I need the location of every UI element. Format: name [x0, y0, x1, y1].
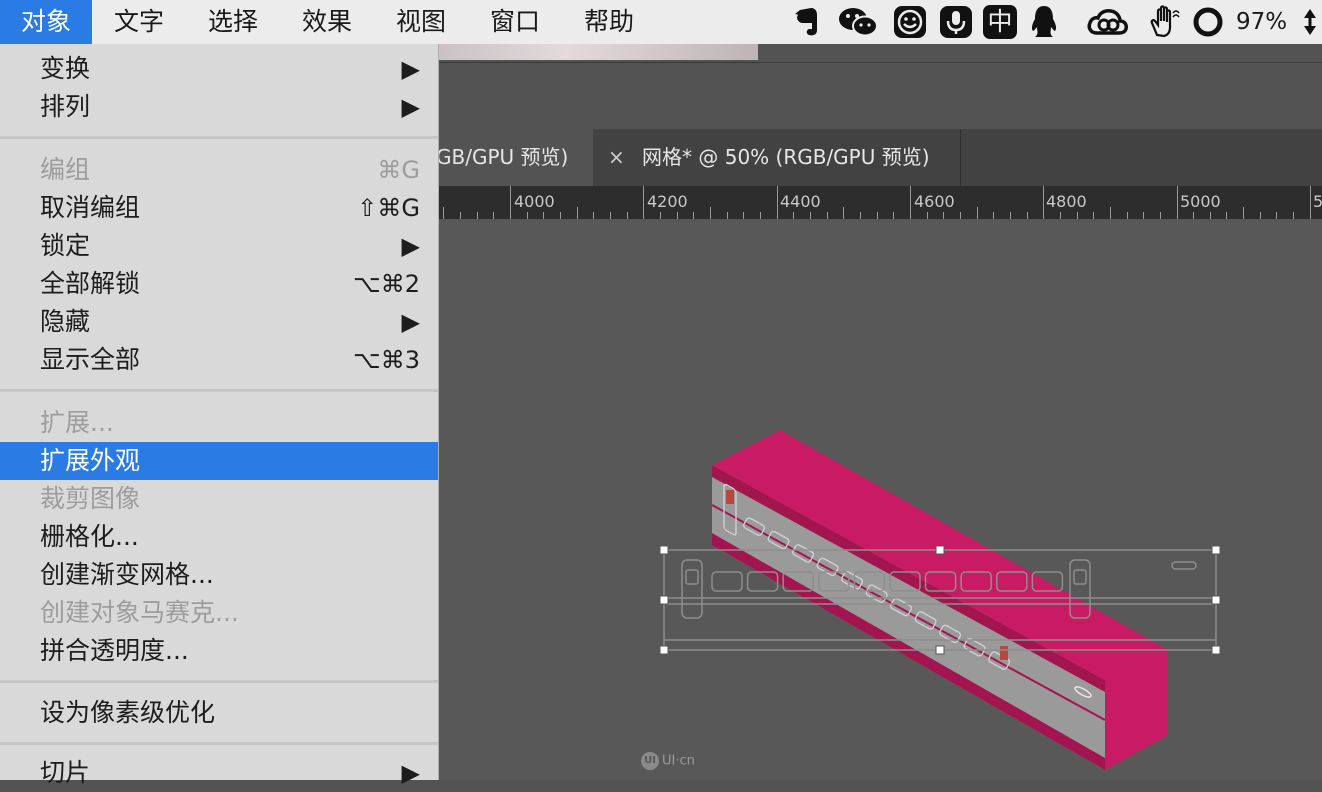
- menu-window[interactable]: 窗口: [468, 0, 562, 44]
- menu-item-label: 设为像素级优化: [40, 698, 216, 727]
- menu-separator: [0, 742, 438, 745]
- evernote-icon[interactable]: [788, 0, 824, 44]
- hand-icon[interactable]: [1144, 0, 1184, 44]
- menu-item-rasterize[interactable]: 栅格化...: [0, 518, 438, 556]
- menu-item-label: 显示全部: [40, 345, 141, 374]
- menu-separator: [0, 680, 438, 683]
- menu-item-slice[interactable]: 切片 ▶: [0, 754, 438, 792]
- menu-item-shortcut: ⌥⌘3: [353, 346, 420, 374]
- creative-cloud-icon[interactable]: [1082, 0, 1132, 44]
- submenu-arrow-icon: ▶: [401, 759, 420, 787]
- menu-item-expand: 扩展...: [0, 404, 438, 442]
- watermark-logo: UI: [641, 752, 659, 770]
- watermark-text: UI·cn: [662, 753, 695, 769]
- background-photo-strip: [438, 44, 758, 60]
- ruler-label: 4000: [514, 192, 555, 211]
- menu-item-shortcut: ⇧⌘G: [357, 194, 420, 222]
- wechat-icon[interactable]: [834, 0, 882, 44]
- watermark: UI UI·cn: [641, 752, 695, 770]
- tab-document-grid-label: 网格* @ 50% (RGB/GPU 预览): [642, 145, 930, 169]
- menu-item-label: 创建对象马赛克...: [40, 598, 239, 627]
- menu-item-create-object-mosaic: 创建对象马赛克...: [0, 594, 438, 632]
- menu-item-create-gradient-mesh[interactable]: 创建渐变网格...: [0, 556, 438, 594]
- menu-item-arrange[interactable]: 排列 ▶: [0, 88, 438, 126]
- menu-item-label: 取消编组: [40, 193, 141, 222]
- menu-item-label: 扩展...: [40, 408, 114, 437]
- menu-item-label: 排列: [40, 92, 91, 121]
- menu-item-label: 隐藏: [40, 307, 91, 336]
- artboard-canvas[interactable]: [438, 219, 1322, 780]
- menu-item-hide[interactable]: 隐藏 ▶: [0, 303, 438, 341]
- ruler-label: 4800: [1046, 192, 1087, 211]
- menu-item-label: 裁剪图像: [40, 484, 141, 513]
- tab-document-1[interactable]: GB/GPU 预览): [438, 129, 593, 186]
- menu-item-ungroup[interactable]: 取消编组 ⇧⌘G: [0, 189, 438, 227]
- menu-object[interactable]: 对象: [0, 0, 92, 44]
- chinese-input-icon[interactable]: 中: [980, 0, 1020, 44]
- ruler-label: 4200: [647, 192, 688, 211]
- menu-item-crop-image: 裁剪图像: [0, 480, 438, 518]
- menu-item-lock[interactable]: 锁定 ▶: [0, 227, 438, 265]
- menu-item-unlock-all[interactable]: 全部解锁 ⌥⌘2: [0, 265, 438, 303]
- updown-arrows-icon[interactable]: [1298, 0, 1322, 44]
- menu-item-label: 扩展外观: [40, 446, 141, 475]
- menu-item-expand-appearance[interactable]: 扩展外观: [0, 442, 438, 480]
- menu-select[interactable]: 选择: [186, 0, 280, 44]
- menu-item-flatten-transparency[interactable]: 拼合透明度...: [0, 632, 438, 670]
- menu-item-label: 编组: [40, 155, 91, 184]
- horizontal-ruler: 4000 4200 4400 4600 4800 5000 5: [438, 186, 1322, 219]
- input-method-label: 中: [983, 5, 1017, 39]
- menu-item-shortcut: ⌘G: [377, 156, 420, 184]
- menu-item-label: 拼合透明度...: [40, 636, 189, 665]
- menu-item-label: 切片: [40, 758, 91, 787]
- menu-item-make-pixel-perfect[interactable]: 设为像素级优化: [0, 694, 438, 732]
- menu-separator: [0, 389, 438, 392]
- object-menu-dropdown: 变换 ▶ 排列 ▶ 编组 ⌘G 取消编组 ⇧⌘G 锁定 ▶ 全部解锁 ⌥⌘2 隐…: [0, 44, 439, 787]
- menu-item-label: 创建渐变网格...: [40, 560, 214, 589]
- submenu-arrow-icon: ▶: [401, 308, 420, 336]
- ruler-label: 4400: [780, 192, 821, 211]
- document-tab-bar: GB/GPU 预览) × 网格* @ 50% (RGB/GPU 预览): [438, 129, 1322, 186]
- ruler-label: 5000: [1180, 192, 1221, 211]
- ruler-label: 4600: [914, 192, 955, 211]
- tab-document-1-label: GB/GPU 预览): [438, 145, 569, 169]
- battery-percent[interactable]: 97%: [1236, 0, 1287, 44]
- menu-item-label: 全部解锁: [40, 269, 141, 298]
- menu-view[interactable]: 视图: [374, 0, 468, 44]
- microphone-icon[interactable]: [936, 0, 976, 44]
- menu-item-transform[interactable]: 变换 ▶: [0, 50, 438, 88]
- menu-effect[interactable]: 效果: [280, 0, 374, 44]
- ruler-label: 5: [1313, 192, 1322, 211]
- smiley-icon[interactable]: [890, 0, 930, 44]
- menu-item-label: 变换: [40, 54, 91, 83]
- submenu-arrow-icon: ▶: [401, 93, 420, 121]
- battery-ring-icon[interactable]: [1190, 0, 1226, 44]
- menu-type[interactable]: 文字: [92, 0, 186, 44]
- tab-document-grid[interactable]: × 网格* @ 50% (RGB/GPU 预览): [594, 129, 961, 186]
- menu-bar: 对象 文字 选择 效果 视图 窗口 帮助 中 97%: [0, 0, 1322, 45]
- menu-help[interactable]: 帮助: [562, 0, 656, 44]
- toolbar-divider: [438, 62, 1322, 63]
- submenu-arrow-icon: ▶: [401, 55, 420, 83]
- menu-separator: [0, 136, 438, 139]
- menu-item-label: 锁定: [40, 231, 91, 260]
- menu-item-show-all[interactable]: 显示全部 ⌥⌘3: [0, 341, 438, 379]
- submenu-arrow-icon: ▶: [401, 232, 420, 260]
- qq-penguin-icon[interactable]: [1024, 0, 1064, 44]
- menu-item-label: 栅格化...: [40, 522, 139, 551]
- menu-item-shortcut: ⌥⌘2: [353, 270, 420, 298]
- close-icon[interactable]: ×: [608, 129, 625, 186]
- menu-item-group: 编组 ⌘G: [0, 151, 438, 189]
